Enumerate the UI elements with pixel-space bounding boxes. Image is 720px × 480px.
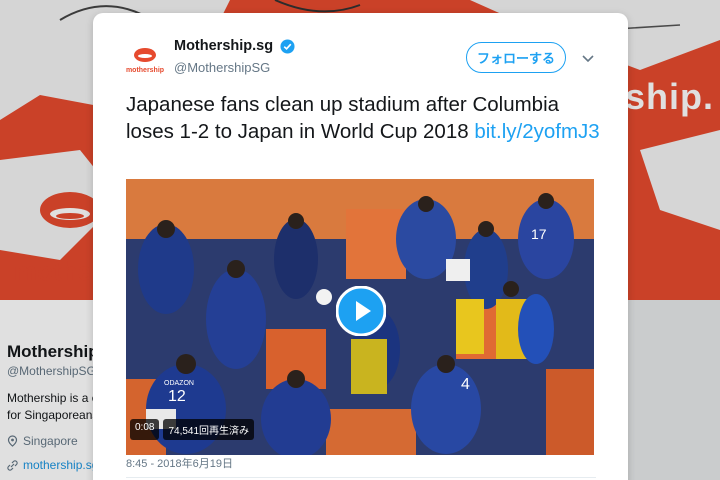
jersey-number-right: 4 <box>461 376 470 393</box>
tweet-avatar[interactable]: mothership <box>125 42 165 82</box>
follow-button[interactable]: フォローする <box>466 42 566 73</box>
jersey-number-left: 12 <box>168 388 186 405</box>
tweet-video[interactable]: ODAZON 12 4 17 0:08 74,541回再生済み <box>126 179 594 455</box>
video-view-count: 74,541回再生済み <box>163 419 255 440</box>
tweet-author-handle[interactable]: @MothershipSG <box>174 60 270 75</box>
divider <box>126 477 596 478</box>
verified-badge-icon <box>280 39 295 54</box>
avatar-label: mothership <box>125 67 165 74</box>
chevron-down-icon[interactable] <box>580 50 596 66</box>
tweet-link[interactable]: bit.ly/2yofmJ3 <box>474 120 599 143</box>
tweet-text: Japanese fans clean up stadium after Col… <box>126 91 606 145</box>
tweet-author-name[interactable]: Mothership.sg <box>174 38 273 54</box>
mothership-avatar-icon <box>134 48 156 62</box>
tweet-timestamp[interactable]: 8:45 - 2018年6月19日 <box>126 455 233 471</box>
video-stats: 0:08 74,541回再生済み <box>130 419 255 440</box>
play-icon[interactable] <box>336 286 386 336</box>
tweet-modal: mothership Mothership.sg @MothershipSG フ… <box>93 13 628 480</box>
jersey-number-top: 17 <box>531 226 547 242</box>
jersey-name-text: ODAZON <box>164 380 194 387</box>
video-duration: 0:08 <box>130 419 160 440</box>
